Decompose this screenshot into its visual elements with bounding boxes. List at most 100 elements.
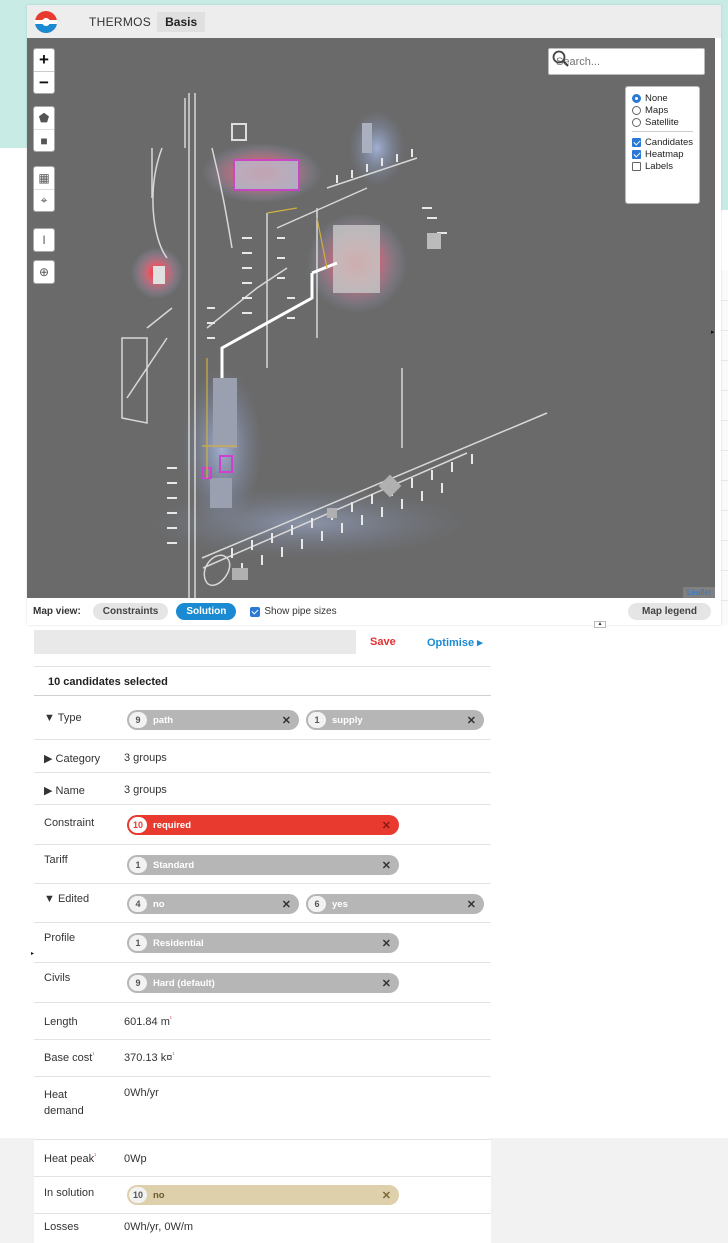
tariff-row: Tariff 1 Standard ✕	[34, 845, 491, 884]
heat-glow	[349, 110, 405, 186]
in-solution-label: In solution	[44, 1187, 95, 1199]
app-window: THERMOS Basis + − ⬟ ■ ▦ ⌖ ǀ ⊕ Search... …	[27, 5, 721, 625]
optimise-button[interactable]: Optimise ▸	[427, 636, 483, 649]
draw-tools: ⬟ ■	[33, 106, 55, 152]
selection-heading: 10 candidates selected	[34, 666, 491, 696]
length-row: Length 601.84 m¹	[34, 1003, 491, 1040]
info-marker: ¹	[94, 1153, 97, 1160]
basemap-satellite-option[interactable]: Satellite	[632, 116, 693, 128]
heat-demand-value: 0Wh/yr	[124, 1087, 159, 1099]
zoom-out-button[interactable]: −	[34, 71, 54, 93]
ruler-icon[interactable]: ǀ	[34, 229, 54, 251]
basemap-none-option[interactable]: None	[632, 92, 693, 104]
building	[232, 568, 248, 580]
losses-value: 0Wh/yr, 0W/m	[124, 1221, 194, 1233]
search-icon[interactable]	[551, 49, 571, 69]
building	[231, 123, 247, 141]
thermos-logo-icon	[35, 10, 57, 33]
map-canvas[interactable]: + − ⬟ ■ ▦ ⌖ ǀ ⊕ None Maps Satellite	[27, 38, 715, 598]
locate-tools: ⊕	[33, 260, 55, 284]
profile-row: Profile 1 Residential ✕	[34, 923, 491, 963]
remove-icon[interactable]: ✕	[282, 898, 291, 911]
type-chip-supply: 1 supply ✕	[306, 710, 484, 730]
zoom-control: + −	[33, 48, 55, 94]
remove-icon[interactable]: ✕	[382, 859, 391, 872]
constraint-row: Constraint 10 required ✕	[34, 805, 491, 845]
name-label[interactable]: ▶ Name	[44, 784, 85, 797]
length-value: 601.84 m¹	[124, 1016, 172, 1028]
locate-icon[interactable]: ⊕	[34, 261, 54, 283]
remove-icon[interactable]: ✕	[382, 819, 391, 832]
length-label: Length	[44, 1016, 78, 1028]
name-value: 3 groups	[124, 784, 167, 796]
losses-row: Losses 0Wh/yr, 0W/m	[34, 1214, 491, 1243]
project-tab[interactable]: Basis	[157, 11, 206, 32]
ruler-tools: ǀ	[33, 228, 55, 252]
tariff-label: Tariff	[44, 854, 68, 866]
overlay-labels-checkbox[interactable]: Labels	[632, 160, 693, 172]
overlay-heatmap-checkbox[interactable]: Heatmap	[632, 148, 693, 160]
map-search-box	[548, 48, 705, 75]
overlay-candidates-checkbox[interactable]: Candidates	[632, 136, 693, 148]
category-row: ▶ Category 3 groups	[34, 740, 491, 773]
remove-icon[interactable]: ✕	[382, 937, 391, 950]
collapse-up-icon[interactable]: ▴	[594, 621, 606, 628]
zoom-in-button[interactable]: +	[34, 49, 54, 71]
type-chip-path: 9 path ✕	[127, 710, 299, 730]
layer-control: None Maps Satellite Candidates Heatmap L…	[625, 86, 700, 204]
base-cost-value: 370.13 k¤¹	[124, 1052, 175, 1064]
side-panel-toggle-icon[interactable]: ▸	[711, 328, 717, 338]
constraint-label: Constraint	[44, 817, 95, 829]
info-marker: ¹	[172, 1052, 175, 1059]
remove-icon[interactable]: ✕	[467, 898, 476, 911]
info-marker: ¹	[169, 1016, 172, 1023]
edited-row: ▼ Edited 4 no ✕ 6 yes ✕	[34, 884, 491, 923]
building	[327, 508, 337, 518]
select-tools: ▦ ⌖	[33, 166, 55, 212]
building	[153, 266, 165, 284]
network-map	[121, 93, 548, 598]
building	[333, 225, 380, 293]
basemap-maps-option[interactable]: Maps	[632, 104, 693, 116]
info-marker: ¹	[92, 1052, 95, 1059]
heat-demand-label: Heat demand	[44, 1089, 84, 1117]
remove-icon[interactable]: ✕	[282, 714, 291, 727]
polygon-draw-icon[interactable]: ⬟	[34, 107, 54, 129]
solution-view-button[interactable]: Solution	[176, 603, 237, 620]
building	[362, 123, 372, 153]
app-name: THERMOS	[89, 14, 152, 29]
building	[213, 378, 237, 448]
constraint-chip-required: 10 required ✕	[127, 815, 399, 835]
map-legend-button[interactable]: Map legend	[627, 603, 711, 620]
category-label[interactable]: ▶ Category	[44, 752, 100, 765]
panel-title-field[interactable]	[34, 630, 356, 654]
type-row: ▼ Type 9 path ✕ 1 supply ✕	[34, 697, 491, 740]
heat-peak-value: 0Wp	[124, 1153, 147, 1165]
base-cost-label: Base cost¹	[44, 1052, 95, 1064]
heat-peak-label: Heat peak¹	[44, 1153, 97, 1165]
show-pipe-sizes-checkbox[interactable]: Show pipe sizes	[250, 606, 337, 617]
in-solution-row: In solution 10 no ✕	[34, 1177, 491, 1214]
base-cost-row: Base cost¹ 370.13 k¤¹	[34, 1040, 491, 1077]
save-button[interactable]: Save	[370, 636, 396, 648]
remove-icon[interactable]: ✕	[382, 1189, 391, 1202]
heat-peak-row: Heat peak¹ 0Wp	[34, 1140, 491, 1177]
leaflet-attribution[interactable]: Leaflet	[682, 587, 715, 598]
remove-icon[interactable]: ✕	[382, 977, 391, 990]
in-solution-chip-no: 10 no ✕	[127, 1185, 399, 1205]
edited-chip-no: 4 no ✕	[127, 894, 299, 914]
constraints-view-button[interactable]: Constraints	[92, 603, 169, 620]
building	[233, 159, 300, 191]
crosshair-icon[interactable]: ⌖	[34, 189, 54, 211]
heat-demand-row: Heat demand 0Wh/yr	[34, 1077, 491, 1140]
civils-chip-hard: 9 Hard (default) ✕	[127, 973, 399, 993]
rectangle-draw-icon[interactable]: ■	[34, 129, 54, 151]
edited-label[interactable]: ▼ Edited	[44, 893, 89, 905]
category-value: 3 groups	[124, 752, 167, 764]
profile-chip-residential: 1 Residential ✕	[127, 933, 399, 953]
grid-select-icon[interactable]: ▦	[34, 167, 54, 189]
remove-icon[interactable]: ✕	[467, 714, 476, 727]
name-row: ▶ Name 3 groups	[34, 773, 491, 805]
edited-chip-yes: 6 yes ✕	[306, 894, 484, 914]
type-label[interactable]: ▼ Type	[44, 712, 82, 724]
